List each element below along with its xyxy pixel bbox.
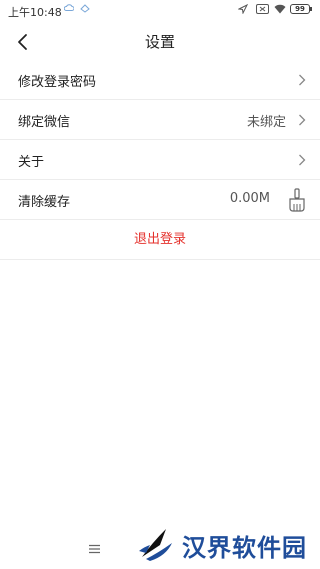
change-password-item[interactable]: 修改登录密码 (0, 60, 320, 100)
change-password-label: 修改登录密码 (18, 75, 97, 90)
bind-wechat-item[interactable]: 绑定微信 未绑定 (0, 100, 320, 140)
clear-cache-item[interactable]: 清除缓存 0.00M (0, 180, 320, 220)
cache-size: 0.00M (229, 191, 270, 206)
bind-wechat-label: 绑定微信 (18, 115, 71, 130)
chevron-right-icon (299, 74, 306, 86)
chevron-right-icon (299, 154, 306, 166)
clear-cache-label: 清除缓存 (18, 195, 71, 210)
watermark: 汉界软件园 (136, 523, 316, 563)
battery-icon: 99 (290, 4, 312, 14)
broom-icon (289, 188, 305, 212)
about-item[interactable]: 关于 (0, 140, 320, 180)
status-time: 上午10:48 (8, 6, 62, 19)
location-icon (238, 4, 248, 14)
status-bar: 上午10:48 99 (0, 0, 320, 22)
notification-icon (80, 4, 90, 13)
settings-list: 修改登录密码 绑定微信 未绑定 关于 清除缓存 0.00M 退出登录 (0, 60, 320, 260)
menu-icon[interactable] (89, 544, 100, 554)
logout-button[interactable]: 退出登录 (0, 220, 320, 260)
chevron-right-icon (299, 114, 306, 126)
about-label: 关于 (18, 155, 45, 170)
cloud-icon (64, 4, 74, 11)
hanjie-logo-icon (139, 529, 172, 561)
no-sim-icon (256, 4, 269, 14)
page-title: 设置 (144, 33, 175, 51)
wifi-icon (274, 4, 286, 14)
watermark-text: 汉界软件园 (182, 534, 307, 562)
bind-wechat-status: 未绑定 (246, 115, 286, 130)
title-bar: 设置 (0, 22, 320, 62)
